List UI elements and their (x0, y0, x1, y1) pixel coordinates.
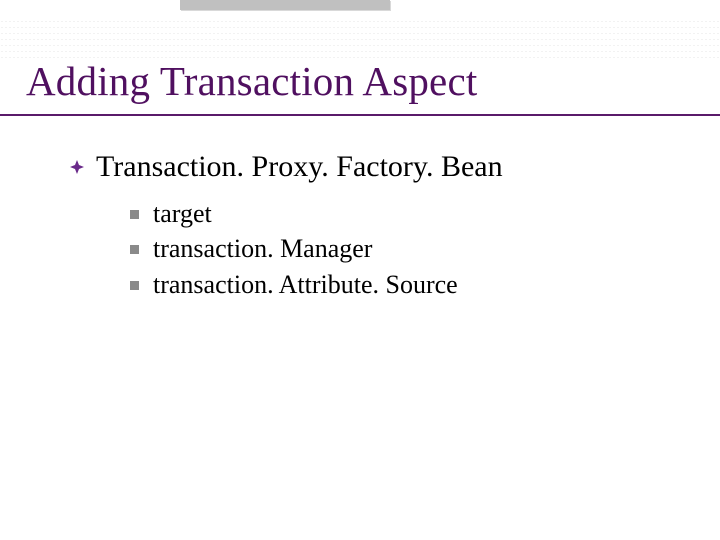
bullet-level2-text: transaction. Manager (153, 234, 372, 264)
bullet-level2: transaction. Attribute. Source (130, 270, 680, 300)
bullet-level2: target (130, 199, 680, 229)
slide: Adding Transaction Aspect Transaction. P… (0, 0, 720, 540)
bullet-level1: Transaction. Proxy. Factory. Bean (70, 150, 680, 185)
dotted-band (0, 16, 720, 60)
bullet-level1-text: Transaction. Proxy. Factory. Bean (96, 150, 503, 185)
diamond-bullet-icon (70, 160, 84, 174)
bullet-level2-text: transaction. Attribute. Source (153, 270, 458, 300)
square-bullet-icon (130, 245, 139, 254)
square-bullet-icon (130, 210, 139, 219)
content-area: Transaction. Proxy. Factory. Bean target… (70, 150, 680, 306)
square-bullet-icon (130, 281, 139, 290)
bullet-level2-text: target (153, 199, 212, 229)
title-underline (0, 114, 720, 116)
top-grey-bar (180, 0, 390, 10)
slide-title: Adding Transaction Aspect (26, 60, 477, 103)
bullet-level2: transaction. Manager (130, 234, 680, 264)
bullet-level2-group: target transaction. Manager transaction.… (130, 199, 680, 301)
